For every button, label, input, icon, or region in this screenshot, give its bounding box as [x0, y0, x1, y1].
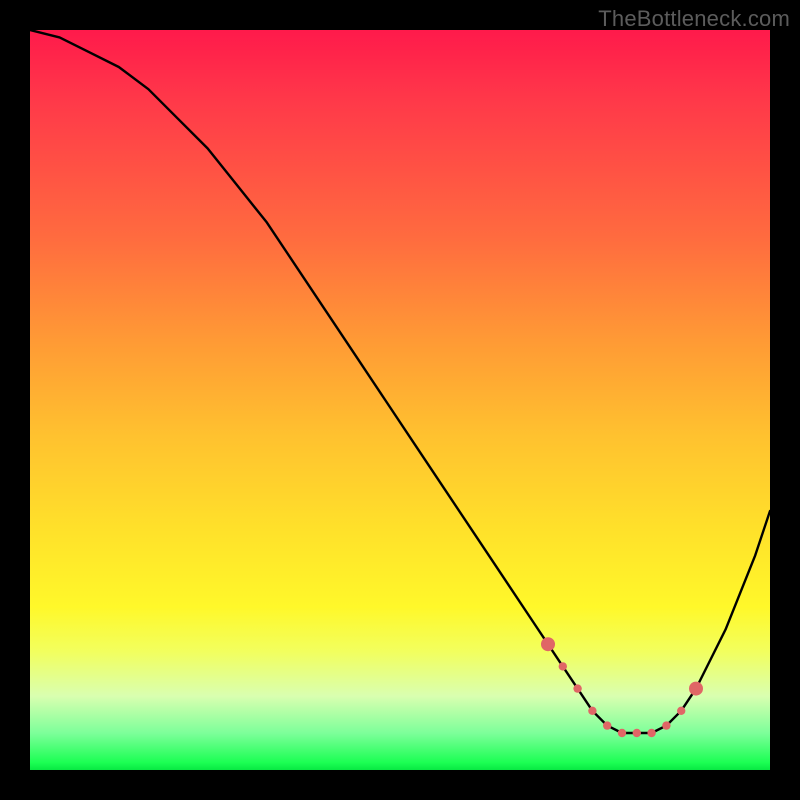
curve-layer [30, 30, 770, 770]
optimal-band-markers [541, 637, 703, 737]
marker-dot [541, 637, 555, 651]
marker-dot [618, 729, 626, 737]
bottleneck-curve [30, 30, 770, 733]
marker-dot [559, 662, 567, 670]
marker-dot [603, 721, 611, 729]
marker-dot [588, 707, 596, 715]
marker-dot [633, 729, 641, 737]
chart-stage: TheBottleneck.com [0, 0, 800, 800]
plot-area [30, 30, 770, 770]
attribution-label: TheBottleneck.com [598, 6, 790, 32]
marker-dot [662, 721, 670, 729]
marker-dot [689, 682, 703, 696]
marker-dot [573, 684, 581, 692]
marker-dot [677, 707, 685, 715]
marker-dot [647, 729, 655, 737]
